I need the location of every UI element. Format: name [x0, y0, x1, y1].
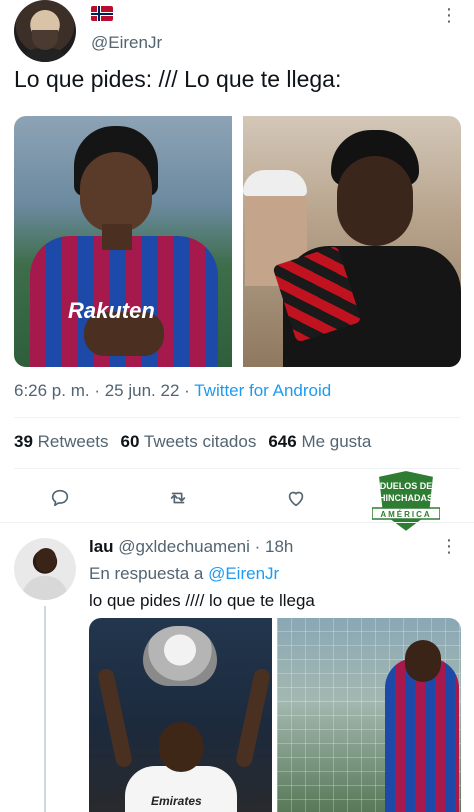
reply-text: lo que pides //// lo que te llega	[89, 591, 315, 610]
avatar-shirt	[22, 576, 68, 600]
divider	[0, 522, 474, 523]
reply-header: lau @gxldechuameni · 18h	[89, 537, 293, 557]
author-avatar[interactable]	[14, 0, 76, 62]
reply-author-name[interactable]: lau	[89, 537, 114, 556]
reply-separator: ·	[249, 537, 266, 556]
media-image-left[interactable]: Rakuten	[14, 116, 232, 367]
retweets-count: 39	[14, 432, 33, 451]
retweet-button[interactable]	[164, 484, 192, 512]
arm-shape	[234, 667, 272, 769]
reply-media-image-right[interactable]	[277, 618, 461, 812]
head-shape	[80, 152, 152, 232]
avatar-face	[36, 548, 56, 572]
tweet-source[interactable]: Twitter for Android	[194, 381, 331, 400]
reply-time[interactable]: 18h	[265, 537, 293, 556]
tweet-text: Lo que pides: /// Lo que te llega:	[14, 66, 342, 92]
reply-author-handle[interactable]: @gxldechuameni	[118, 537, 250, 556]
tweet-date[interactable]: 25 jun. 22	[105, 381, 180, 400]
head-shape	[337, 156, 413, 246]
retweets-label: Retweets	[37, 432, 109, 451]
author-handle[interactable]: @EirenJr	[91, 33, 162, 53]
reply-more-options-icon[interactable]: ⋮	[440, 537, 458, 555]
reply-to-prefix: En respuesta a	[89, 564, 209, 583]
quote-tweets-stat[interactable]: 60 Tweets citados	[121, 432, 257, 451]
arm-shape	[96, 667, 134, 769]
more-options-icon[interactable]: ⋮	[440, 6, 458, 24]
reply-icon	[51, 489, 69, 507]
reply-media[interactable]: Emirates	[89, 618, 461, 812]
avatar-beard	[32, 30, 58, 50]
duelos-de-hinchadas-logo: DUELOS DE HINCHADAS AMÉRICA	[372, 468, 440, 534]
trophy-shape	[143, 626, 217, 686]
avatar-shirt	[20, 48, 70, 62]
quote-tweets-label: Tweets citados	[143, 432, 257, 451]
meta-separator: ·	[89, 381, 105, 400]
like-icon	[288, 491, 304, 507]
retweets-stat[interactable]: 39 Retweets	[14, 432, 109, 451]
thread-line	[44, 606, 46, 812]
like-button[interactable]	[282, 484, 310, 512]
divider	[14, 417, 460, 418]
retweet-icon	[170, 492, 186, 504]
neck-shape	[102, 224, 132, 250]
head-shape	[405, 640, 441, 682]
jersey-sponsor: Emirates	[151, 794, 202, 808]
tweet-meta: 6:26 p. m. · 25 jun. 22 · Twitter for An…	[14, 381, 331, 401]
media-image-right[interactable]	[243, 116, 461, 367]
quote-tweets-count: 60	[120, 432, 140, 451]
badge-line-3: AMÉRICA	[380, 510, 431, 519]
head-shape	[159, 722, 203, 772]
likes-label: Me gusta	[301, 432, 372, 451]
cap-shape	[243, 170, 307, 196]
tweet-media[interactable]: Rakuten	[14, 116, 461, 367]
jersey-sponsor: Rakuten	[68, 298, 155, 323]
badge-line-2: HINCHADAS	[379, 493, 433, 503]
reply-button[interactable]	[46, 484, 74, 512]
tweet-time: 6:26 p. m.	[14, 381, 90, 400]
likes-count: 646	[268, 432, 297, 451]
reply-author-avatar[interactable]	[14, 538, 76, 600]
reply-media-image-left[interactable]: Emirates	[89, 618, 272, 812]
tweet-stats: 39 Retweets 60 Tweets citados 646 Me gusta	[14, 432, 383, 452]
norway-flag-icon	[91, 6, 113, 21]
reply-to-line: En respuesta a @EirenJr	[89, 564, 279, 584]
reply-to-handle[interactable]: @EirenJr	[208, 564, 279, 583]
likes-stat[interactable]: 646 Me gusta	[268, 432, 371, 451]
badge-line-1: DUELOS DE	[380, 481, 433, 491]
meta-separator: ·	[179, 381, 195, 400]
